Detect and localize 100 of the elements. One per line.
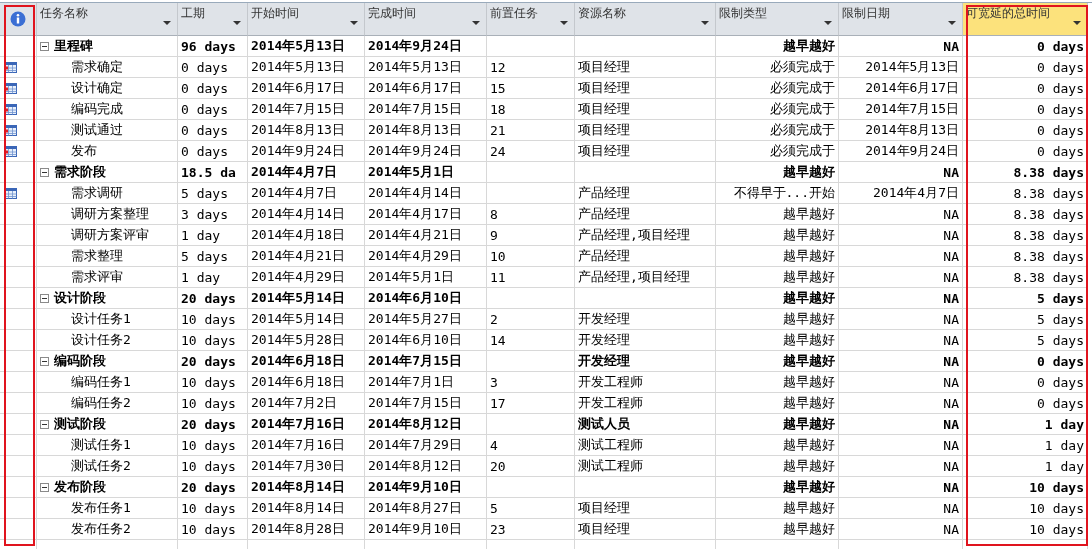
task-name-cell: 测试任务2: [37, 456, 178, 477]
constraint-type-cell: 越早越好: [716, 162, 839, 183]
duration-cell: 0 days: [178, 57, 248, 78]
constraint-type-cell: 越早越好: [716, 36, 839, 57]
finish-date-cell: 2014年4月14日: [365, 183, 487, 204]
slack-cell: 0 days: [963, 120, 1088, 141]
task-name-cell: 调研方案整理: [37, 204, 178, 225]
start-date-cell: 2014年5月28日: [248, 330, 365, 351]
caret-icon[interactable]: [701, 21, 709, 25]
column-header[interactable]: 任务名称: [37, 3, 178, 36]
start-date-cell: 2014年5月13日: [248, 57, 365, 78]
constraint-type-cell: 越早越好: [716, 267, 839, 288]
finish-date-cell: 2014年9月10日: [365, 519, 487, 540]
constraint-date-cell: 2014年6月17日: [839, 78, 963, 99]
slack-cell: 1 day: [963, 414, 1088, 435]
collapse-toggle[interactable]: [40, 293, 49, 303]
collapse-toggle[interactable]: [40, 41, 49, 51]
start-date-cell: 2014年5月14日: [248, 288, 365, 309]
caret-icon[interactable]: [163, 21, 171, 25]
task-name-cell: 调研方案评审: [37, 225, 178, 246]
collapse-toggle[interactable]: [40, 419, 49, 429]
duration-cell: 10 days: [178, 456, 248, 477]
task-name-cell: 需求评审: [37, 267, 178, 288]
task-name-cell: 设计任务1: [37, 309, 178, 330]
caret-icon[interactable]: [1073, 21, 1081, 25]
resource-cell: 产品经理,项目经理: [575, 225, 716, 246]
column-header[interactable]: 限制日期: [839, 3, 963, 36]
constraint-type-cell: 越早越好: [716, 372, 839, 393]
caret-icon[interactable]: [472, 21, 480, 25]
task-name-cell: 编码完成: [37, 99, 178, 120]
start-date-cell: 2014年7月30日: [248, 456, 365, 477]
constraint-type-cell: 越早越好: [716, 225, 839, 246]
column-header[interactable]: 资源名称: [575, 3, 716, 36]
constraint-type-cell: 越早越好: [716, 435, 839, 456]
resource-cell: 开发工程师: [575, 372, 716, 393]
column-header[interactable]: 开始时间: [248, 3, 365, 36]
predecessor-cell: 14: [487, 330, 575, 351]
resource-cell: 测试人员: [575, 414, 716, 435]
task-name-cell: 需求确定: [37, 57, 178, 78]
finish-date-cell: 2014年9月24日: [365, 141, 487, 162]
task-name: 里程碑: [54, 37, 93, 55]
resource-cell: 产品经理: [575, 204, 716, 225]
caret-icon[interactable]: [233, 21, 241, 25]
indicator-cell: [0, 330, 37, 351]
constraint-type-cell: 越早越好: [716, 204, 839, 225]
slack-cell: 0 days: [963, 57, 1088, 78]
predecessor-cell: 11: [487, 267, 575, 288]
column-header[interactable]: 前置任务: [487, 3, 575, 36]
task-name: 测试阶段: [54, 415, 106, 433]
resource-cell: 项目经理: [575, 78, 716, 99]
duration-cell: 5 days: [178, 183, 248, 204]
finish-date-cell: 2014年4月17日: [365, 204, 487, 225]
start-date-cell: 2014年4月14日: [248, 204, 365, 225]
start-date-cell: 2014年9月24日: [248, 141, 365, 162]
constraint-type-cell: 必须完成于: [716, 120, 839, 141]
collapse-toggle[interactable]: [40, 167, 49, 177]
indicator-cell: [0, 309, 37, 330]
constraint-type-cell: 越早越好: [716, 246, 839, 267]
caret-icon[interactable]: [560, 21, 568, 25]
finish-date-cell: 2014年8月27日: [365, 498, 487, 519]
constraint-date-cell: NA: [839, 477, 963, 498]
start-date-cell: 2014年6月17日: [248, 78, 365, 99]
slack-cell: 0 days: [963, 372, 1088, 393]
constraint-date-cell: NA: [839, 204, 963, 225]
task-name-cell: 测试任务1: [37, 435, 178, 456]
task-name-cell: 设计确定: [37, 78, 178, 99]
constraint-date-cell: 2014年8月13日: [839, 120, 963, 141]
column-header[interactable]: 完成时间: [365, 3, 487, 36]
constraint-type-cell: 越早越好: [716, 288, 839, 309]
finish-date-cell: 2014年7月15日: [365, 393, 487, 414]
task-name-cell: 设计任务2: [37, 330, 178, 351]
calendar-icon: [4, 124, 17, 136]
duration-cell: 0 days: [178, 120, 248, 141]
slack-cell: 5 days: [963, 330, 1088, 351]
caret-icon[interactable]: [824, 21, 832, 25]
duration-cell: 0 days: [178, 78, 248, 99]
slack-cell: 1 day: [963, 456, 1088, 477]
constraint-type-cell: 必须完成于: [716, 99, 839, 120]
finish-date-cell: 2014年7月15日: [365, 351, 487, 372]
slack-cell: 8.38 days: [963, 225, 1088, 246]
duration-cell: 10 days: [178, 372, 248, 393]
start-date-cell: 2014年5月14日: [248, 309, 365, 330]
caret-icon[interactable]: [350, 21, 358, 25]
caret-icon[interactable]: [948, 21, 956, 25]
collapse-toggle[interactable]: [40, 482, 49, 492]
finish-date-cell: 2014年8月13日: [365, 120, 487, 141]
predecessor-cell: 24: [487, 141, 575, 162]
constraint-date-cell: NA: [839, 351, 963, 372]
start-date-cell: 2014年5月13日: [248, 36, 365, 57]
column-header[interactable]: 工期: [178, 3, 248, 36]
column-header[interactable]: 限制类型: [716, 3, 839, 36]
start-date-cell: 2014年4月21日: [248, 246, 365, 267]
slack-cell: 0 days: [963, 393, 1088, 414]
resource-cell: 项目经理: [575, 141, 716, 162]
finish-date-cell: 2014年9月24日: [365, 36, 487, 57]
constraint-date-cell: NA: [839, 225, 963, 246]
resource-cell: 项目经理: [575, 120, 716, 141]
resource-cell: 开发工程师: [575, 393, 716, 414]
resource-cell: 产品经理: [575, 246, 716, 267]
collapse-toggle[interactable]: [40, 356, 49, 366]
